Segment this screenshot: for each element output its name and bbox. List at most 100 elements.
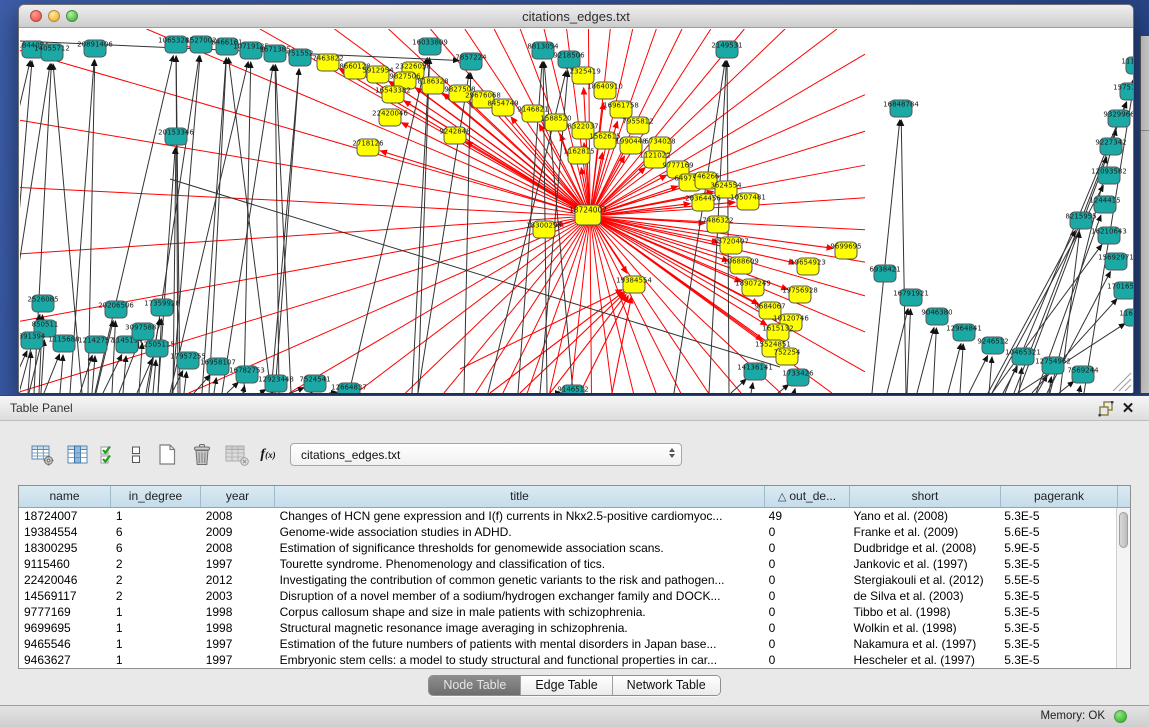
column-header-out_degree[interactable]: △out_de... [765, 486, 850, 507]
graph-edge [418, 58, 430, 393]
graph-edge [1079, 386, 1081, 393]
table-row[interactable]: 946362711997Embryonic stem cells: a mode… [19, 652, 1116, 668]
cell-year: 1998 [201, 604, 275, 620]
column-visibility-icon[interactable] [63, 442, 93, 468]
graph-node-label: 10465321 [1005, 349, 1041, 357]
graph-edge [202, 58, 226, 393]
select-mode-icon[interactable] [98, 442, 120, 468]
graph-node-label: 1733426 [782, 370, 814, 378]
graph-edge [872, 120, 900, 393]
graph-node-label: 9227342 [1095, 139, 1126, 147]
row-height-icon[interactable] [125, 442, 147, 468]
graph-edge [275, 69, 299, 393]
table-selector-dropdown[interactable]: citations_edges.txt [290, 443, 682, 466]
cell-year: 1998 [201, 620, 275, 636]
graph-node-label: 746266 [693, 173, 720, 181]
graph-node-label: 12664837 [331, 384, 367, 392]
table-row[interactable]: 969969511998Structural magnetic resonanc… [19, 620, 1116, 636]
graph-edge [751, 383, 753, 393]
close-panel-icon[interactable]: ✕ [1119, 400, 1137, 418]
graph-node-label: 2718126 [352, 140, 384, 148]
column-header-in_degree[interactable]: in_degree [111, 486, 201, 507]
table-type-tabs: Node TableEdge TableNetwork Table [0, 675, 1149, 696]
table-row[interactable]: 2242004622012Investigating the contribut… [19, 572, 1116, 588]
cell-short: Tibbo et al. (1998) [849, 604, 1000, 620]
graph-node-label: 1244415 [1089, 197, 1120, 205]
cell-short: Dudbridge et al. (2008) [849, 540, 1000, 556]
cell-short: Yano et al. (2008) [849, 508, 1000, 524]
graph-node-label: 12093582 [1091, 168, 1127, 176]
column-header-name[interactable]: name [19, 486, 111, 507]
function-builder-icon[interactable]: f(x) [257, 442, 279, 468]
tab-edge-table[interactable]: Edge Table [521, 676, 612, 695]
float-panel-icon[interactable] [1097, 400, 1115, 418]
table-row[interactable]: 946554611997Estimation of the future num… [19, 636, 1116, 652]
tab-network-table[interactable]: Network Table [613, 676, 720, 695]
cell-short: Hescheler et al. (1997) [849, 652, 1000, 668]
graph-node-label: 391394 [20, 333, 46, 341]
table-row[interactable]: 1938455462009Genome-wide association stu… [19, 524, 1116, 540]
table-row[interactable]: 911546021997Tourette syndrome. Phenomeno… [19, 556, 1116, 572]
attribute-table: namein_degreeyeartitle△out_de...shortpag… [18, 485, 1131, 669]
cell-out_degree: 0 [764, 588, 849, 604]
graph-node-label: 9218506 [553, 52, 585, 60]
table-settings-icon[interactable] [28, 442, 58, 468]
delete-table-icon[interactable] [187, 442, 217, 468]
table-selector-value: citations_edges.txt [301, 448, 400, 462]
graph-edge [901, 120, 906, 393]
graph-node-label: 30975887 [125, 324, 161, 332]
graph-node-label: 8215955 [1065, 213, 1096, 221]
network-canvas[interactable]: 1844054140557122089140610653287152700264… [20, 29, 1133, 393]
graph-node-label: 1167533 [1119, 310, 1133, 318]
graph-node-label: 18724007 [569, 206, 607, 215]
cell-name: 19384554 [19, 524, 111, 540]
cell-out_degree: 0 [764, 556, 849, 572]
scrollbar-thumb[interactable] [1119, 512, 1128, 548]
graph-node-label: 12964841 [946, 325, 982, 333]
table-body: 1872400712008Changes of HCN gene express… [19, 508, 1116, 668]
table-scrollbar[interactable] [1116, 508, 1130, 668]
column-header-title[interactable]: title [275, 486, 765, 507]
graph-node-label: 18300295 [526, 222, 562, 230]
graph-edge [222, 65, 273, 393]
graph-node-label: 8813054 [527, 43, 559, 51]
graph-edge [778, 384, 789, 393]
network-graph[interactable]: 1844054140557122089140610653287152700264… [20, 29, 1133, 393]
cell-out_degree: 0 [764, 604, 849, 620]
network-view-window: citations_edges.txt 18440541405571220891… [18, 4, 1134, 393]
table-row[interactable]: 1872400712008Changes of HCN gene express… [19, 508, 1116, 524]
create-table-icon[interactable] [152, 442, 182, 468]
column-header-year[interactable]: year [201, 486, 275, 507]
cell-in_degree: 1 [111, 652, 201, 668]
graph-edge [184, 372, 187, 393]
graph-edge [214, 378, 216, 393]
graph-edge [227, 382, 238, 393]
graph-edge-selected [147, 29, 590, 216]
cell-pagerank: 5.3E-5 [999, 508, 1116, 524]
graph-node-label: 9146512 [557, 386, 588, 394]
graph-edge [794, 389, 795, 393]
table-panel-header[interactable]: Table Panel ✕ [0, 396, 1149, 421]
graph-node-label: 8454749 [487, 100, 518, 108]
table-row[interactable]: 1456911722003Disruption of a novel membe… [19, 588, 1116, 604]
graph-node-label: 10507481 [730, 194, 766, 202]
graph-node-label: 14055712 [34, 45, 70, 53]
cell-out_degree: 0 [764, 620, 849, 636]
column-header-short[interactable]: short [850, 486, 1001, 507]
sort-ascending-icon: △ [778, 491, 786, 503]
cell-pagerank: 5.5E-5 [999, 572, 1116, 588]
table-row[interactable]: 977716911998Corpus callosum shape and si… [19, 604, 1116, 620]
graph-node-label: 17359928 [144, 300, 180, 308]
table-row[interactable]: 1830029562008Estimation of significance … [19, 540, 1116, 556]
table-header-row: namein_degreeyeartitle△out_de...shortpag… [19, 486, 1130, 508]
table-toolbar: f(x) citations_edges.txt [28, 440, 284, 470]
window-titlebar[interactable]: citations_edges.txt [19, 5, 1133, 28]
column-header-pagerank[interactable]: pagerank [1001, 486, 1118, 507]
tab-node-table[interactable]: Node Table [429, 676, 521, 695]
graph-edge-selected [476, 216, 590, 393]
graph-edge [170, 62, 248, 393]
graph-node-label: 7486322 [702, 217, 733, 225]
graph-node-label: 6938421 [869, 266, 900, 274]
graph-edge [60, 355, 63, 393]
status-bar: Memory: OK [0, 705, 1149, 727]
